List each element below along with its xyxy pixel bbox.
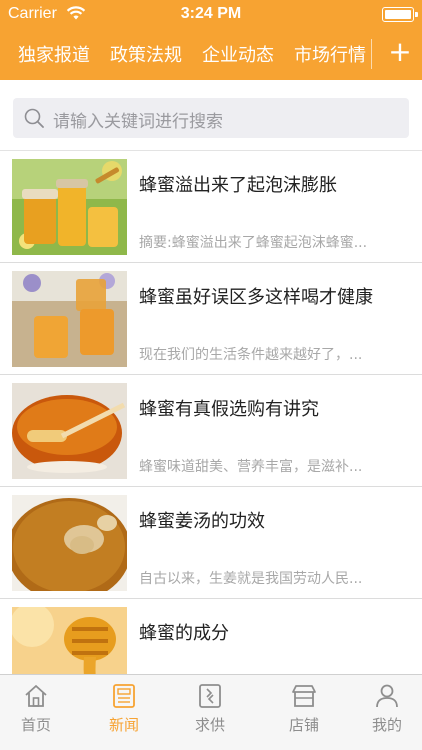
add-tab-button[interactable]: + bbox=[380, 32, 420, 72]
tab-divider bbox=[371, 39, 372, 69]
news-icon bbox=[113, 684, 135, 708]
search-input[interactable]: 请输入关键词进行搜索 bbox=[13, 98, 409, 138]
article-thumbnail-honey-jars bbox=[12, 159, 127, 255]
supply-demand-icon bbox=[199, 684, 221, 708]
article-summary: 摘要:蜂蜜溢出来了蜂蜜起泡沫蜂蜜... bbox=[139, 235, 368, 251]
nav-store[interactable]: 店铺 bbox=[262, 683, 346, 745]
nav-supply-demand-label: 求供 bbox=[194, 716, 225, 734]
list-item[interactable]: 蜂蜜有真假选购有讲究 蜂蜜味道甜美、营养丰富，是滋补... bbox=[0, 375, 422, 487]
nav-home[interactable]: 首页 bbox=[0, 683, 78, 745]
article-summary: 蜂蜜味道甜美、营养丰富，是滋补... bbox=[139, 459, 363, 475]
article-summary: 自古以来，生姜就是我国劳动人民... bbox=[139, 571, 363, 587]
search-placeholder: 请输入关键词进行搜索 bbox=[53, 112, 223, 132]
store-icon bbox=[292, 685, 316, 707]
search-area: 请输入关键词进行搜索 bbox=[0, 80, 422, 152]
nav-supply-demand[interactable]: 求供 bbox=[168, 683, 252, 745]
category-tab-bar: 独家报道 政策法规 企业动态 市场行情 + bbox=[0, 28, 422, 80]
article-thumbnail-honey-drinks bbox=[12, 271, 127, 367]
article-title: 蜂蜜姜汤的功效 bbox=[139, 511, 265, 532]
article-title: 蜂蜜的成分 bbox=[139, 623, 229, 644]
list-item[interactable]: 蜂蜜溢出来了起泡沫膨胀 摘要:蜂蜜溢出来了蜂蜜起泡沫蜂蜜... bbox=[0, 151, 422, 263]
tab-exclusive[interactable]: 独家报道 bbox=[18, 41, 90, 67]
clock: 3:24 PM bbox=[180, 5, 242, 22]
article-title: 蜂蜜虽好误区多这样喝才健康 bbox=[139, 287, 373, 308]
search-icon bbox=[24, 108, 44, 128]
tab-company-news[interactable]: 企业动态 bbox=[202, 41, 274, 67]
article-title: 蜂蜜有真假选购有讲究 bbox=[139, 399, 319, 420]
bottom-nav-bar: 首页 新闻 求供 店铺 我的 bbox=[0, 674, 422, 750]
nav-profile[interactable]: 我的 bbox=[345, 683, 422, 745]
status-bar: Carrier 3:24 PM bbox=[0, 0, 422, 28]
article-title: 蜂蜜溢出来了起泡沫膨胀 bbox=[139, 175, 337, 196]
battery-icon bbox=[382, 7, 418, 22]
nav-news[interactable]: 新闻 bbox=[82, 683, 166, 745]
article-thumbnail-honey-bowl bbox=[12, 383, 127, 479]
tab-policy[interactable]: 政策法规 bbox=[110, 41, 182, 67]
nav-profile-label: 我的 bbox=[371, 716, 402, 734]
article-summary: 现在我们的生活条件越来越好了，... bbox=[139, 347, 363, 363]
article-thumbnail-ginger-tea bbox=[12, 495, 127, 591]
nav-news-label: 新闻 bbox=[108, 716, 139, 734]
nav-home-label: 首页 bbox=[20, 716, 51, 734]
tab-market[interactable]: 市场行情 bbox=[294, 41, 366, 67]
profile-icon bbox=[376, 684, 398, 708]
nav-store-label: 店铺 bbox=[288, 716, 319, 734]
home-icon bbox=[25, 685, 47, 707]
list-item[interactable]: 蜂蜜姜汤的功效 自古以来，生姜就是我国劳动人民... bbox=[0, 487, 422, 599]
list-item[interactable]: 蜂蜜虽好误区多这样喝才健康 现在我们的生活条件越来越好了，... bbox=[0, 263, 422, 375]
